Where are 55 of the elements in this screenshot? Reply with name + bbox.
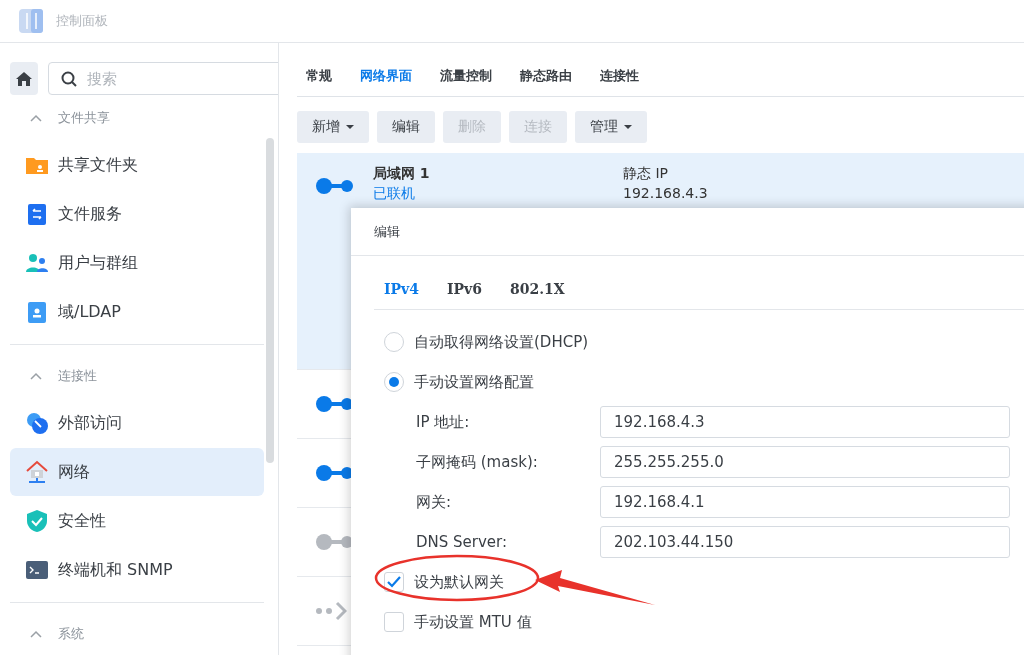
tab[interactable]: 连接性	[600, 64, 639, 88]
status-text: 已联机	[373, 185, 416, 203]
sidebar-item[interactable]: 共享文件夹	[10, 141, 264, 189]
tab[interactable]: 流量控制	[440, 64, 492, 88]
shield-check-icon	[25, 509, 49, 533]
toolbar-button[interactable]: 新增	[297, 111, 369, 143]
toolbar-button[interactable]: 编辑	[377, 111, 435, 143]
radio-label: 自动取得网络设置(DHCP)	[414, 332, 589, 352]
linked-circles-icon	[25, 411, 49, 435]
sidebar-item[interactable]: 文件服务	[10, 190, 264, 238]
field-label: DNS Server:	[416, 533, 509, 551]
contact-card-icon	[25, 300, 49, 324]
radio-button[interactable]	[384, 372, 404, 392]
sidebar-item[interactable]: 外部访问	[10, 399, 264, 447]
sidebar-item[interactable]: 安全性	[10, 497, 264, 545]
radio-label: 手动设置网络配置	[414, 372, 534, 392]
input-field[interactable]: 192.168.4.3	[600, 406, 1010, 438]
radio-button[interactable]	[384, 332, 404, 352]
sidebar-item[interactable]: 网络	[10, 448, 264, 496]
search-icon	[61, 71, 77, 87]
interface-name: 局域网 1	[373, 165, 431, 183]
input-field[interactable]: 255.255.255.0	[600, 446, 1010, 478]
sidebar-item[interactable]: 域/LDAP	[10, 288, 264, 336]
sidebar-item[interactable]: 用户与群组	[10, 239, 264, 287]
tab[interactable]: IPv6	[446, 276, 482, 302]
scrollbar[interactable]	[266, 138, 274, 463]
checkbox[interactable]	[384, 572, 404, 592]
home-icon	[16, 70, 32, 87]
ip-mode: 静态 IP	[623, 165, 670, 183]
tab[interactable]: 常规	[306, 64, 332, 88]
ip-address: 192.168.4.3	[623, 185, 708, 201]
tab[interactable]: 802.1X	[509, 276, 565, 302]
terminal-icon	[25, 558, 49, 582]
field-label: 网关:	[416, 492, 453, 512]
tab[interactable]: IPv4	[384, 276, 419, 302]
tab[interactable]: 网络界面	[360, 64, 412, 88]
users-icon	[25, 251, 49, 275]
checkbox-label: 设为默认网关	[414, 572, 504, 592]
input-field[interactable]: 202.103.44.150	[600, 526, 1010, 558]
sidebar-item[interactable]: 终端机和 SNMP	[10, 546, 264, 594]
checkbox[interactable]	[384, 612, 404, 632]
search-field[interactable]: 搜索	[48, 62, 278, 95]
tab[interactable]: 静态路由	[520, 64, 572, 88]
home-button[interactable]	[10, 62, 38, 95]
input-field[interactable]: 192.168.4.1	[600, 486, 1010, 518]
window-title: 控制面板	[56, 12, 108, 30]
house-network-icon	[25, 460, 49, 484]
dialog-title: 编辑	[374, 222, 400, 241]
field-label: 子网掩码 (mask):	[416, 452, 539, 472]
field-label: IP 地址:	[416, 412, 471, 432]
control-panel-icon	[18, 8, 44, 34]
check-icon	[387, 576, 401, 588]
checkbox-label: 手动设置 MTU 值	[414, 612, 532, 632]
file-exchange-icon	[25, 202, 49, 226]
toolbar-button[interactable]: 管理	[575, 111, 647, 143]
